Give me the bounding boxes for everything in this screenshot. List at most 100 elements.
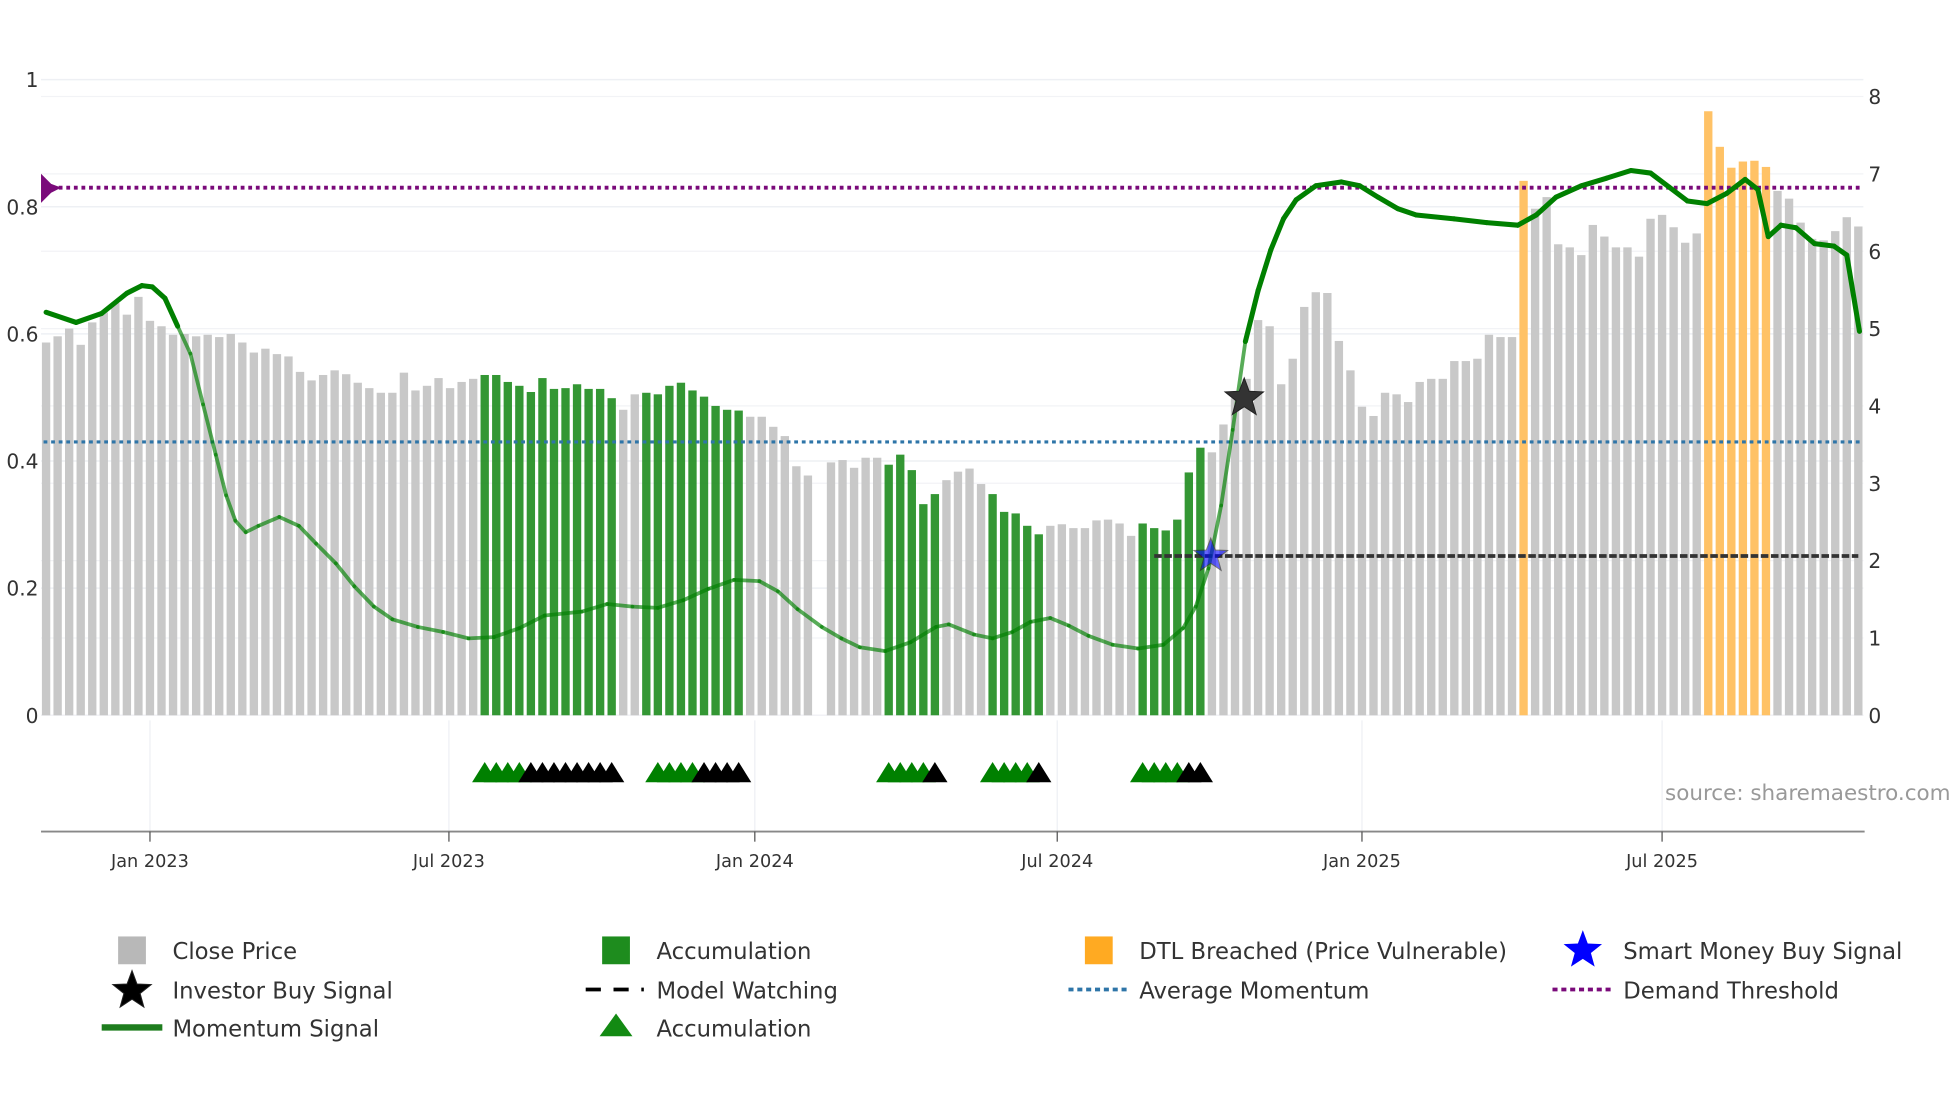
price-bar bbox=[1450, 361, 1459, 716]
price-bar bbox=[226, 333, 235, 716]
legend-label: DTL Breached (Price Vulnerable) bbox=[1139, 939, 1507, 965]
price-bar bbox=[722, 409, 732, 716]
green-square-icon bbox=[602, 936, 630, 965]
price-bar bbox=[41, 342, 51, 716]
price-bar bbox=[1346, 370, 1355, 716]
legend: Close Price Accumulation DTL Breached (Pri… bbox=[101, 936, 1902, 1042]
price-bar bbox=[1300, 306, 1309, 716]
price-bar bbox=[342, 374, 351, 716]
price-bar bbox=[538, 378, 547, 716]
price-bar bbox=[953, 471, 963, 716]
price-bar bbox=[295, 371, 305, 716]
price-bar bbox=[1311, 292, 1320, 716]
price-bar bbox=[1784, 198, 1794, 716]
price-bar bbox=[561, 388, 570, 716]
legend-label: Demand Threshold bbox=[1623, 978, 1839, 1004]
x-tick-label: Jul 2024 bbox=[1020, 852, 1093, 872]
legend-label: Smart Money Buy Signal bbox=[1623, 939, 1902, 965]
momentum-segment bbox=[149, 284, 168, 301]
price-bar bbox=[111, 303, 120, 716]
price-bar bbox=[1530, 208, 1540, 716]
momentum-signal bbox=[43, 167, 1862, 653]
right-tick-label: 8 bbox=[1868, 85, 1881, 109]
momentum-segment bbox=[1413, 212, 1457, 222]
x-tick-label: Jul 2025 bbox=[1625, 852, 1698, 872]
left-tick-label: 1 bbox=[26, 68, 39, 92]
price-bar bbox=[1126, 535, 1136, 716]
price-bar bbox=[1265, 326, 1274, 716]
legend-label: Close Price bbox=[172, 939, 297, 965]
price-bar bbox=[746, 416, 755, 716]
price-bar bbox=[411, 390, 420, 716]
price-bar bbox=[399, 372, 409, 716]
left-tick-label: 0.8 bbox=[6, 195, 38, 219]
price-bar bbox=[1415, 381, 1424, 716]
price-bar bbox=[365, 388, 374, 716]
price-bar bbox=[1092, 520, 1101, 716]
momentum-segment bbox=[630, 604, 660, 610]
price-bar bbox=[884, 464, 893, 716]
momentum-segment bbox=[43, 309, 79, 325]
price-bar bbox=[1207, 452, 1217, 716]
left-tick-label: 0.2 bbox=[6, 577, 38, 601]
price-bar bbox=[1011, 513, 1020, 716]
price-bar bbox=[434, 378, 443, 716]
price-bar bbox=[861, 457, 870, 716]
price-bar bbox=[134, 296, 143, 716]
price-bar bbox=[503, 381, 512, 716]
price-bar bbox=[1623, 247, 1632, 716]
momentum-segment bbox=[1395, 206, 1419, 218]
price-bar bbox=[307, 380, 316, 716]
momentum-segment bbox=[1313, 179, 1344, 189]
price-bar bbox=[595, 388, 605, 716]
price-bar bbox=[1588, 224, 1597, 716]
price-bar bbox=[907, 470, 916, 716]
momentum-segment bbox=[1268, 216, 1287, 253]
price-bar bbox=[919, 504, 928, 716]
price-bar bbox=[1600, 236, 1609, 716]
price-bar bbox=[1669, 227, 1678, 716]
left-tick-label: 0.4 bbox=[6, 450, 38, 474]
price-bar bbox=[1184, 472, 1193, 716]
price-bar bbox=[1554, 244, 1563, 716]
right-tick-label: 1 bbox=[1868, 627, 1881, 651]
price-bar bbox=[1369, 415, 1378, 716]
price-bar bbox=[1173, 519, 1182, 716]
right-tick-label: 4 bbox=[1868, 395, 1881, 419]
price-bar bbox=[1646, 218, 1655, 716]
legend-label: Accumulation bbox=[656, 1016, 811, 1042]
price-bar bbox=[1715, 146, 1724, 716]
price-bar bbox=[76, 344, 85, 716]
momentum-segment bbox=[1451, 216, 1490, 226]
price-bar bbox=[757, 416, 766, 716]
price-bar bbox=[1438, 378, 1447, 716]
price-bar bbox=[988, 494, 997, 716]
price-bar bbox=[942, 480, 951, 716]
legend-label: Model Watching bbox=[656, 978, 837, 1004]
price-bar bbox=[157, 326, 166, 716]
price-bar bbox=[122, 314, 132, 716]
threshold-marker-icon bbox=[41, 173, 62, 203]
price-bar bbox=[1427, 378, 1436, 716]
x-tick-label: Jul 2023 bbox=[412, 852, 485, 872]
price-bar bbox=[1842, 217, 1851, 716]
momentum-segment bbox=[1628, 167, 1654, 176]
momentum-segment bbox=[1484, 220, 1521, 228]
orange-square-icon bbox=[1084, 936, 1113, 965]
right-tick-label: 2 bbox=[1868, 549, 1881, 573]
right-tick-label: 5 bbox=[1868, 317, 1881, 341]
price-bar bbox=[1103, 519, 1113, 716]
left-tick-label: 0.6 bbox=[6, 322, 38, 346]
price-bar bbox=[607, 398, 616, 716]
legend-label: Investor Buy Signal bbox=[172, 978, 392, 1004]
momentum-segment bbox=[73, 311, 105, 325]
price-bar bbox=[619, 409, 628, 716]
price-bar bbox=[1484, 334, 1494, 716]
legend-label: Momentum Signal bbox=[172, 1016, 379, 1042]
price-bar bbox=[1692, 233, 1701, 716]
right-tick-label: 6 bbox=[1868, 240, 1881, 264]
price-bar bbox=[1276, 384, 1286, 716]
price-bar bbox=[699, 396, 709, 716]
price-bar bbox=[769, 426, 778, 716]
price-bar bbox=[1807, 238, 1817, 716]
